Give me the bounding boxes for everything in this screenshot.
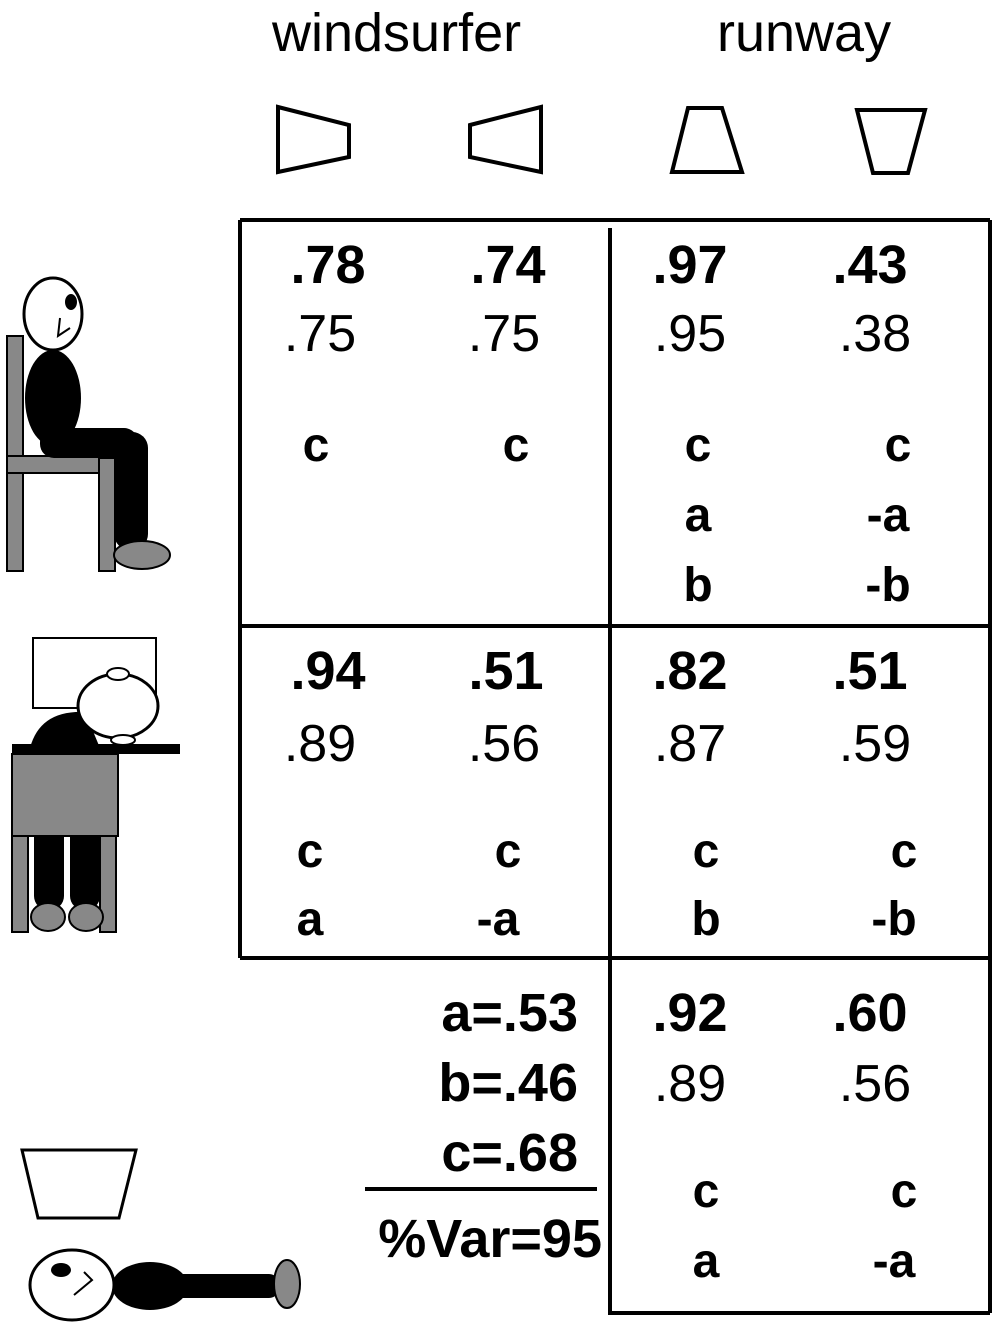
letter: c xyxy=(890,1165,918,1218)
param-var: %Var=95 xyxy=(378,1209,602,1269)
letter: -b xyxy=(871,893,917,946)
value-mid: .87 xyxy=(653,715,727,773)
value-top: .51 xyxy=(832,641,908,701)
param-a: a=.53 xyxy=(441,983,578,1043)
value-mid: .95 xyxy=(653,305,727,363)
sitting-person-icon xyxy=(6,276,171,572)
letter: c xyxy=(884,419,912,472)
value-top: .94 xyxy=(290,641,366,701)
person-at-desk-icon xyxy=(11,637,180,933)
letter: c xyxy=(692,1165,720,1218)
trapezoid-left-narrow-icon xyxy=(276,104,351,175)
letter: c xyxy=(684,419,712,472)
letter: -b xyxy=(865,559,911,612)
letter: b xyxy=(691,893,721,946)
value-mid: .38 xyxy=(838,305,912,363)
header-windsurfer: windsurfer xyxy=(272,3,522,63)
value-top: .78 xyxy=(290,235,366,295)
value-top: .74 xyxy=(470,235,546,295)
letter: -a xyxy=(866,489,910,542)
trapezoid-down-narrow-icon xyxy=(20,1148,138,1220)
letter: c xyxy=(890,825,918,878)
value-top: .60 xyxy=(832,983,908,1043)
letter: -a xyxy=(476,893,520,946)
letter: c xyxy=(502,419,530,472)
trapezoid-right-narrow-icon xyxy=(468,104,543,175)
letter: c xyxy=(302,419,330,472)
value-mid: .75 xyxy=(283,305,357,363)
value-mid: .59 xyxy=(838,715,912,773)
value-mid: .89 xyxy=(653,1055,727,1113)
value-top: .92 xyxy=(652,983,728,1043)
param-c: c=.68 xyxy=(441,1123,578,1183)
value-mid: .56 xyxy=(467,715,541,773)
value-mid: .89 xyxy=(283,715,357,773)
letter: c xyxy=(494,825,522,878)
value-top: .82 xyxy=(652,641,728,701)
letter: a xyxy=(684,489,712,542)
letter: a xyxy=(296,893,324,946)
header-runway: runway xyxy=(717,3,892,63)
letter: b xyxy=(683,559,713,612)
lying-person-icon xyxy=(28,1248,301,1322)
value-top: .43 xyxy=(832,235,908,295)
letter: c xyxy=(296,825,324,878)
trapezoid-down-narrow-icon xyxy=(854,108,928,175)
value-mid: .75 xyxy=(467,305,541,363)
letter: c xyxy=(692,825,720,878)
letter: -a xyxy=(872,1235,916,1288)
value-top: .97 xyxy=(652,235,728,295)
value-mid: .56 xyxy=(838,1055,912,1113)
value-top: .51 xyxy=(468,641,544,701)
param-b: b=.46 xyxy=(438,1053,578,1113)
letter: a xyxy=(692,1235,720,1288)
trapezoid-up-narrow-icon xyxy=(669,106,745,174)
